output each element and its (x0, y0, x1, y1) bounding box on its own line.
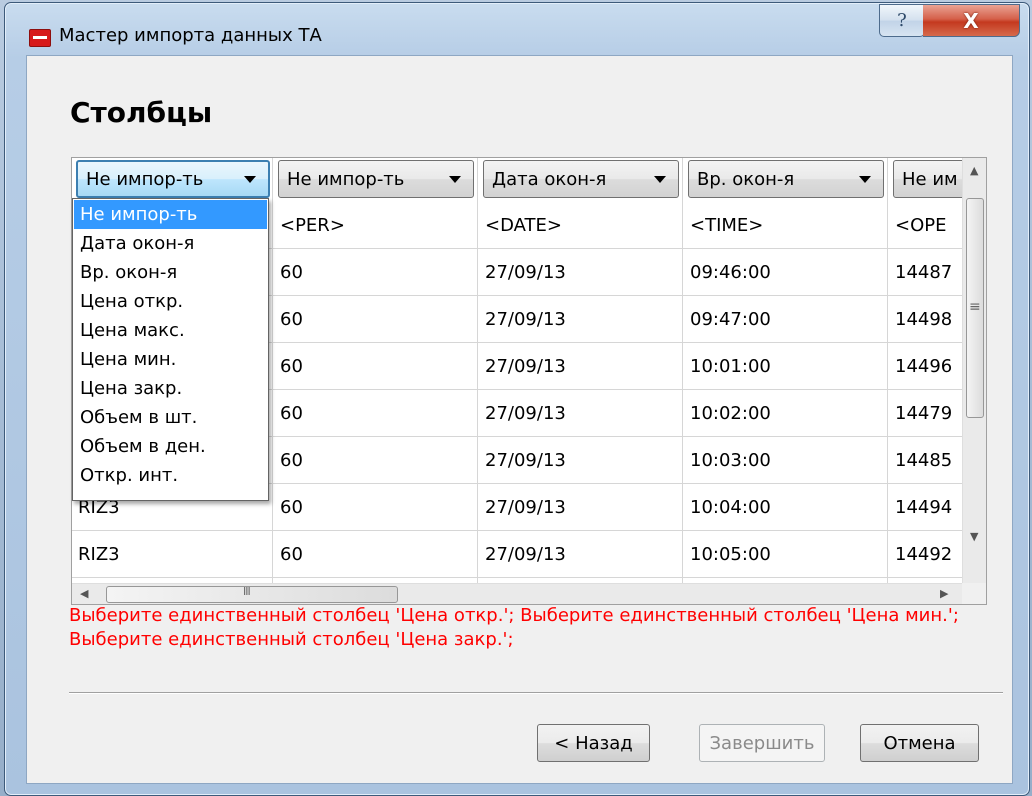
table-cell: 09:47:00 (690, 309, 771, 330)
dropdown-option[interactable]: Объем в ден. (74, 432, 267, 461)
scroll-up-arrow-icon[interactable]: ▲ (970, 164, 978, 177)
table-cell: 60 (280, 356, 303, 377)
page-title: Столбцы (70, 96, 213, 129)
dropdown-option[interactable]: Не импор-ть (74, 200, 267, 229)
table-cell: 60 (280, 544, 303, 565)
dropdown-option[interactable]: Вр. окон-я (74, 258, 267, 287)
dropdown-option[interactable]: Откр. инт. (74, 461, 267, 490)
table-cell: 10:02:00 (690, 403, 771, 424)
row-divider (72, 577, 962, 578)
table-cell: 60 (280, 262, 303, 283)
table-cell: 14479 (895, 403, 953, 424)
column-type-dropdown-list[interactable]: Не импор-ть Дата окон-я Вр. окон-я Цена … (72, 198, 269, 501)
combo-label: Дата окон-я (492, 168, 607, 190)
column-header: <DATE> (485, 215, 562, 236)
row-divider (72, 530, 962, 531)
table-cell: 10:03:00 (690, 450, 771, 471)
title-bar[interactable]: Мастер импорта данных ТА ? X (5, 3, 1029, 53)
scrollbar-corner (962, 583, 986, 604)
vertical-scrollbar[interactable]: ▲ ≡ ▼ (962, 158, 986, 583)
table-cell: 09:46:00 (690, 262, 771, 283)
table-cell: 10:04:00 (690, 497, 771, 518)
table-cell: RIZ3 (78, 544, 120, 565)
close-button[interactable]: X (923, 4, 1020, 37)
app-icon (29, 29, 51, 47)
vertical-scroll-thumb[interactable]: ≡ (966, 198, 984, 418)
dropdown-arrow-icon (449, 175, 461, 183)
back-button[interactable]: < Назад (537, 724, 650, 762)
dropdown-option[interactable]: Цена макс. (74, 316, 267, 345)
dropdown-option[interactable]: Дата окон-я (74, 229, 267, 258)
table-cell: 27/09/13 (485, 450, 566, 471)
dropdown-option[interactable]: Объем в шт. (74, 403, 267, 432)
combo-label: Не импор-ть (86, 168, 204, 190)
table-cell: 27/09/13 (485, 544, 566, 565)
dropdown-arrow-icon (244, 175, 256, 183)
finish-button[interactable]: Завершить (699, 724, 825, 762)
table-cell: 27/09/13 (485, 262, 566, 283)
dropdown-option[interactable]: Цена закр. (74, 374, 267, 403)
table-cell: 14494 (895, 497, 953, 518)
table-cell: 10:01:00 (690, 356, 771, 377)
import-wizard-window: Мастер импорта данных ТА ? X Столбцы Не … (4, 2, 1030, 796)
table-cell: 14485 (895, 450, 953, 471)
table-cell: 27/09/13 (485, 356, 566, 377)
table-cell: 14496 (895, 356, 953, 377)
cancel-button[interactable]: Отмена (860, 724, 979, 762)
column-header: <TIME> (690, 215, 764, 236)
table-cell: 60 (280, 403, 303, 424)
dropdown-arrow-icon (654, 175, 666, 183)
table-cell: 27/09/13 (485, 309, 566, 330)
horizontal-scrollbar[interactable]: ◀ III ▶ (72, 583, 962, 604)
table-cell: 14492 (895, 544, 953, 565)
footer-separator (69, 692, 1003, 694)
validation-error-message: Выберите единственный столбец 'Цена откр… (69, 605, 959, 650)
scroll-grip-icon: ≡ (969, 299, 981, 315)
table-cell: 14487 (895, 262, 953, 283)
column-divider (887, 158, 888, 583)
table-cell: 27/09/13 (485, 403, 566, 424)
help-icon: ? (897, 10, 907, 31)
table-cell: 60 (280, 309, 303, 330)
scroll-right-arrow-icon[interactable]: ▶ (940, 587, 948, 600)
table-cell: 60 (280, 497, 303, 518)
column-divider (272, 158, 273, 583)
column-type-combo-4[interactable]: Вр. окон-я (688, 160, 884, 198)
column-type-combo-1[interactable]: Не импор-ть (76, 160, 270, 198)
table-cell: 60 (280, 450, 303, 471)
column-header: <PER> (280, 215, 345, 236)
dropdown-option[interactable]: Цена откр. (74, 287, 267, 316)
column-type-combo-3[interactable]: Дата окон-я (483, 160, 679, 198)
column-divider (682, 158, 683, 583)
help-button[interactable]: ? (879, 4, 925, 37)
combo-label: Не импор-ть (287, 168, 405, 190)
dropdown-arrow-icon (859, 175, 871, 183)
scroll-grip-icon: III (243, 585, 251, 598)
column-divider (477, 158, 478, 583)
horizontal-scroll-thumb[interactable]: III (106, 585, 398, 603)
table-cell: 10:05:00 (690, 544, 771, 565)
table-cell: 27/09/13 (485, 497, 566, 518)
column-header: <OPE (895, 215, 947, 236)
scroll-down-arrow-icon[interactable]: ▼ (970, 530, 978, 543)
scroll-left-arrow-icon[interactable]: ◀ (80, 587, 88, 600)
column-type-combo-2[interactable]: Не импор-ть (278, 160, 474, 198)
wizard-content: Столбцы Не импор-ть Не импор-ть Дата око… (26, 55, 1013, 784)
combo-label: Вр. окон-я (697, 168, 795, 190)
window-title: Мастер импорта данных ТА (59, 25, 322, 46)
table-cell: 14498 (895, 309, 953, 330)
close-icon: X (963, 8, 979, 33)
dropdown-option[interactable]: Цена мин. (74, 345, 267, 374)
